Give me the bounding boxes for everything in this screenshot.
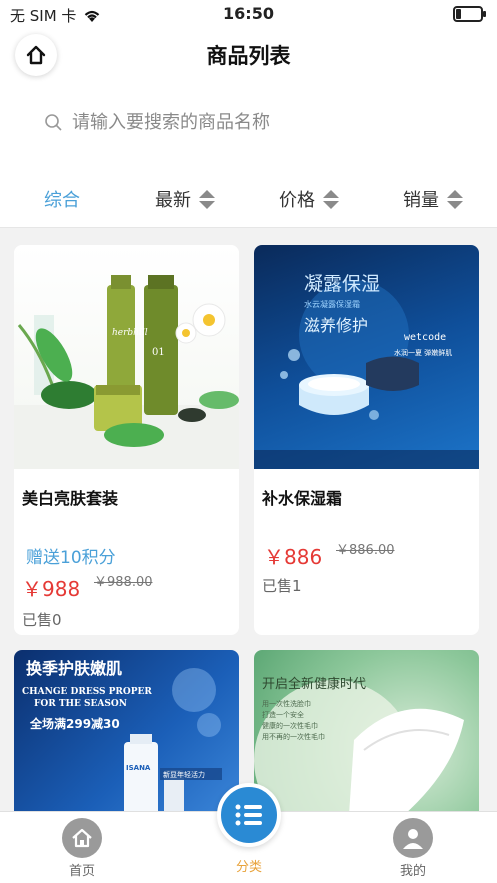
product-headline-text: 凝露保湿 [304, 273, 380, 295]
product-en-line1-text: CHANGE DRESS PROPER [22, 687, 152, 697]
list-icon [235, 804, 262, 826]
product-name: 补水保湿霜 [262, 489, 343, 508]
product-promo: 赠送10积分 [26, 548, 116, 568]
home-tab-icon [62, 818, 102, 858]
product-line-text: 用一次性洗脸巾 [262, 699, 311, 708]
product-slogan-text: 水润一夏 弹嫩鲜肌 [394, 348, 452, 357]
product-original-price: ￥886.00 [336, 543, 395, 558]
tab-label: 分类 [235, 860, 262, 875]
product-image: 开启全新健康时代 用一次性洗脸巾 打造一个安全 健康的一次性毛巾 用不再的一次性… [254, 650, 479, 815]
product-card[interactable]: 开启全新健康时代 用一次性洗脸巾 打造一个安全 健康的一次性毛巾 用不再的一次性… [254, 650, 479, 815]
product-headline-text: 开启全新健康时代 [262, 676, 366, 692]
tab-mine[interactable]: 我的 [373, 818, 453, 879]
sort-label: 价格 [279, 190, 315, 211]
search-icon [45, 113, 62, 131]
product-tagline-text: 滋养修护 [304, 316, 368, 335]
product-tag-text: 新显年轻活力 [163, 770, 205, 779]
product-original-price: ￥988.00 [94, 575, 153, 590]
product-sold-count: 已售1 [262, 577, 302, 595]
product-brand-text: ISANA [126, 764, 151, 772]
sort-arrows-icon [447, 189, 463, 209]
product-brand-text: wetcode [404, 332, 446, 343]
product-headline-text: 换季护肤嫩肌 [26, 659, 122, 678]
product-image: 换季护肤嫩肌 CHANGE DRESS PROPER FOR THE SEASO… [14, 650, 239, 815]
product-price: ￥988 [22, 577, 81, 601]
product-offer-text: 全场满299减30 [29, 716, 120, 731]
user-icon [393, 818, 433, 858]
battery-fill [456, 9, 461, 19]
product-en-line2-text: FOR THE SEASON [34, 699, 127, 709]
product-image: 01 herbhill [14, 245, 239, 469]
page-title: 商品列表 [206, 44, 291, 68]
product-subline-text: 水云凝露保湿霜 [304, 299, 360, 309]
search-input[interactable] [72, 112, 372, 133]
sort-label: 最新 [155, 190, 191, 211]
product-card[interactable]: 01 herbhill 美白亮肤套装 赠送10积分 ￥988 ￥988.00 已… [14, 245, 239, 635]
product-card[interactable]: 凝露保湿 水云凝露保湿霜 滋养修护 wetcode 水润一夏 弹嫩鲜肌 补水保湿… [254, 245, 479, 635]
status-bar: 无 SIM 卡 16:50 [0, 0, 497, 30]
sort-sales[interactable]: 销量 [403, 186, 463, 212]
sort-arrows-icon [199, 189, 215, 209]
tab-category[interactable]: 分类 [209, 856, 289, 875]
search-area [0, 82, 497, 170]
battery-icon [453, 6, 486, 22]
sort-arrows-icon [323, 189, 339, 209]
sort-bar: 综合 最新 价格 销量 [0, 170, 497, 228]
sort-price[interactable]: 价格 [279, 186, 339, 212]
category-center-button[interactable] [217, 783, 281, 847]
tab-label: 我的 [399, 864, 426, 879]
product-series-text: 01 [152, 347, 165, 358]
product-name: 美白亮肤套装 [22, 489, 119, 508]
product-line-text: 用不再的一次性毛巾 [262, 732, 325, 741]
tab-home[interactable]: 首页 [42, 818, 122, 879]
product-image: 凝露保湿 水云凝露保湿霜 滋养修护 wetcode 水润一夏 弹嫩鲜肌 [254, 245, 479, 469]
product-sold-count: 已售0 [22, 611, 62, 629]
product-line-text: 健康的一次性毛巾 [262, 721, 318, 730]
sort-label: 销量 [403, 190, 439, 211]
status-time: 16:50 [223, 4, 274, 23]
sort-label: 综合 [44, 190, 80, 211]
sort-comprehensive[interactable]: 综合 [44, 186, 80, 212]
search-box[interactable] [44, 112, 372, 133]
sort-newest[interactable]: 最新 [155, 186, 215, 212]
product-brand-text: herbhill [112, 328, 148, 338]
product-line-text: 打造一个安全 [262, 710, 304, 719]
product-card[interactable]: 换季护肤嫩肌 CHANGE DRESS PROPER FOR THE SEASO… [14, 650, 239, 815]
nav-bar: 商品列表 [0, 30, 497, 82]
product-price: ￥886 [264, 545, 323, 569]
tab-label: 首页 [68, 864, 95, 879]
